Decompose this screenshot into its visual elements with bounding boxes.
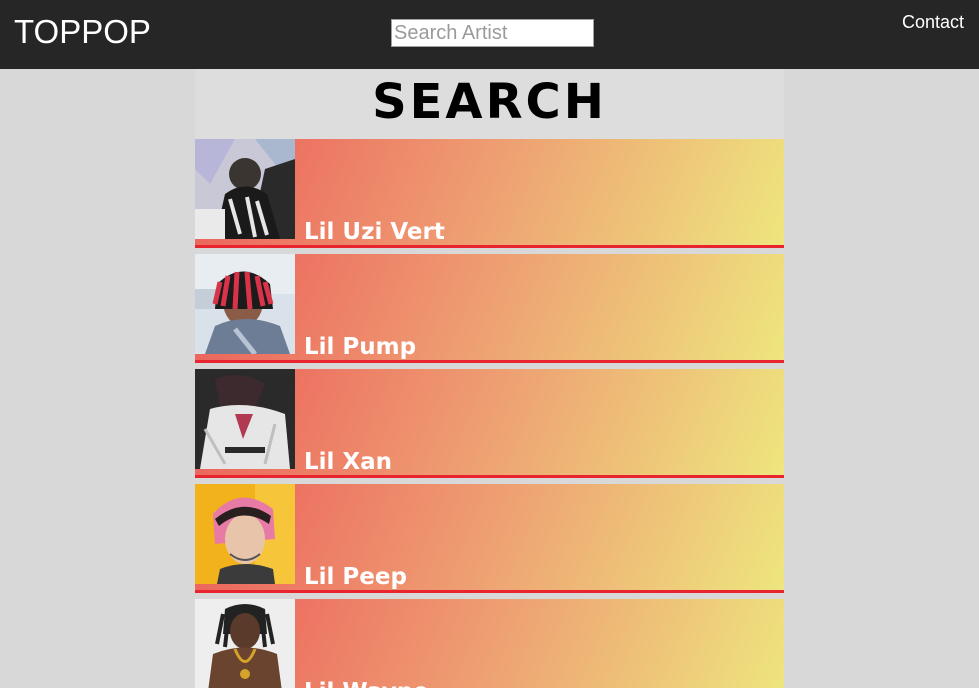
artist-name: Lil Uzi Vert bbox=[304, 219, 445, 245]
artist-row[interactable]: Lil Uzi Vert bbox=[195, 139, 784, 248]
top-navigation-bar: TOPPOP Contact bbox=[0, 0, 979, 69]
contact-link[interactable]: Contact bbox=[902, 12, 964, 33]
artist-photo bbox=[195, 139, 295, 239]
artist-row[interactable]: Lil Pump bbox=[195, 254, 784, 363]
artist-photo bbox=[195, 484, 295, 584]
artist-name: Lil Wayne bbox=[304, 677, 429, 688]
artist-name: Lil Xan bbox=[304, 449, 393, 475]
heading-band: SEARCH bbox=[195, 69, 784, 139]
artist-list: Lil Uzi Vert Lil Pump Lil Xan Lil Peep bbox=[195, 139, 784, 688]
artist-row[interactable]: Lil Peep bbox=[195, 484, 784, 593]
brand-logo[interactable]: TOPPOP bbox=[14, 12, 151, 52]
artist-name: Lil Peep bbox=[304, 564, 407, 590]
search-artist-input[interactable] bbox=[391, 19, 594, 47]
artist-photo bbox=[195, 599, 295, 688]
artist-photo bbox=[195, 254, 295, 354]
artist-row[interactable]: Lil Xan bbox=[195, 369, 784, 478]
artist-row[interactable]: Lil Wayne bbox=[195, 599, 784, 688]
main-content: SEARCH Lil Uzi Vert Lil Pump Lil Xan Lil… bbox=[195, 69, 784, 688]
artist-photo bbox=[195, 369, 295, 469]
artist-name: Lil Pump bbox=[304, 334, 417, 360]
page-title: SEARCH bbox=[372, 74, 607, 130]
